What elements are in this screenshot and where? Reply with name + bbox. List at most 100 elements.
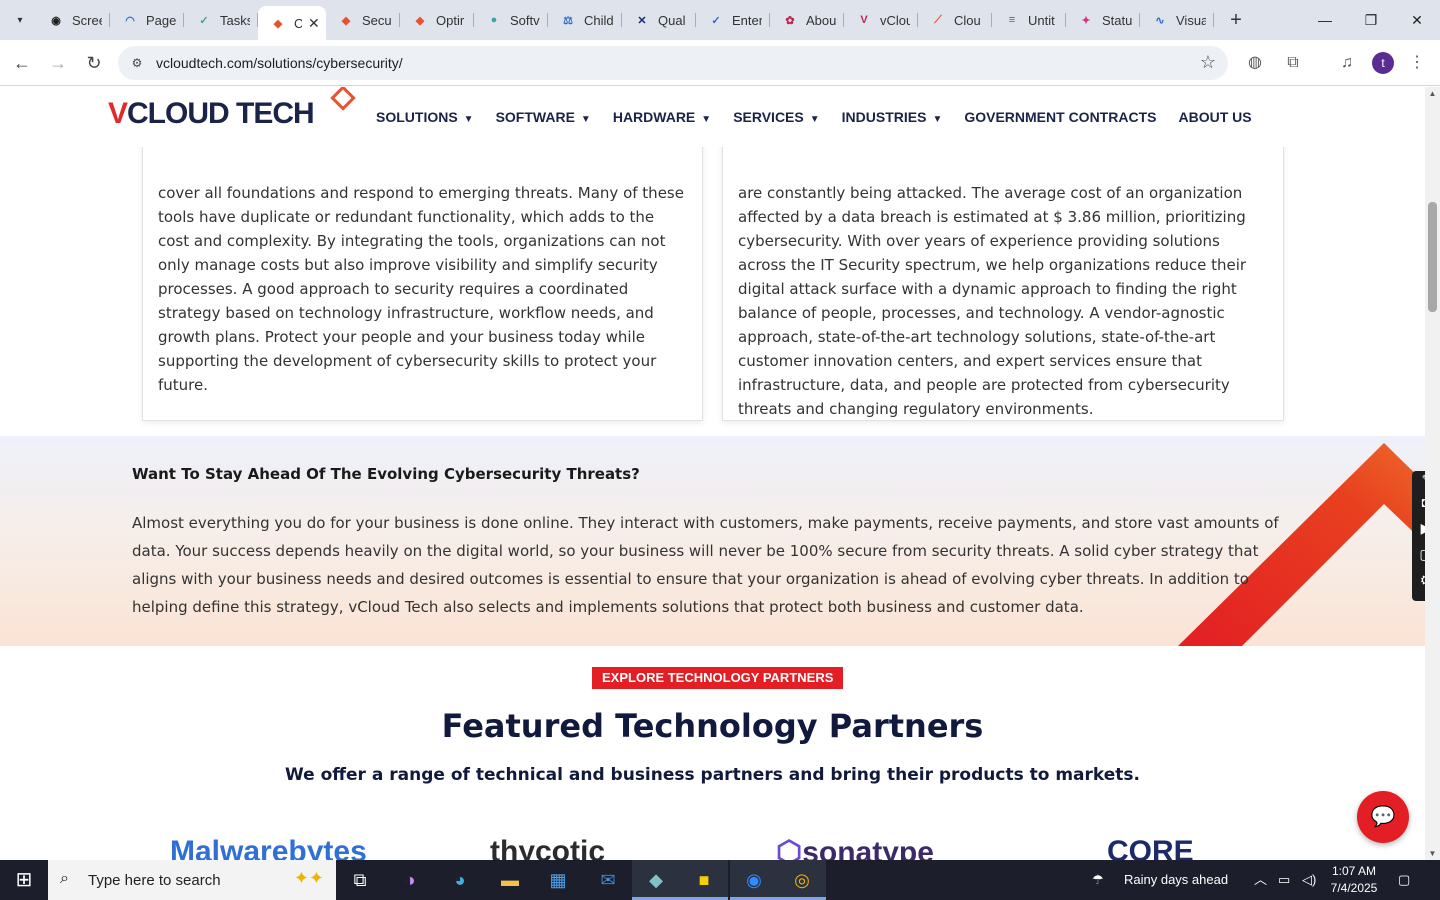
- browser-tab[interactable]: ∿ Visua: [1140, 0, 1214, 40]
- maximize-button[interactable]: ❐: [1348, 0, 1394, 40]
- windows-start-icon[interactable]: ⊞: [0, 860, 48, 900]
- side-toolbar-widget: ✎ ◘ ▶ ▢ ⚙: [1412, 471, 1425, 601]
- window-icon[interactable]: ▢: [1412, 541, 1425, 567]
- microsoft-store-icon[interactable]: ▦: [534, 860, 582, 900]
- page-scrollbar[interactable]: ▲ ▼: [1425, 87, 1440, 860]
- back-button[interactable]: ←: [9, 50, 35, 76]
- nav-item-industries[interactable]: INDUSTRIES ▼: [842, 109, 943, 125]
- nav-item-software[interactable]: SOFTWARE ▼: [496, 109, 591, 125]
- stroke-logo-icon: ⟋: [934, 13, 942, 26]
- bookmark-star-icon[interactable]: ☆: [1200, 52, 1216, 73]
- partner-logo-sonatype[interactable]: ⬡sonatype: [776, 835, 934, 860]
- browser-tab[interactable]: ✕ Qual: [622, 0, 696, 40]
- site-logo[interactable]: VCLOUD TECH: [108, 87, 356, 137]
- taskbar-search-box[interactable]: ⌕ Type here to search ✦✦: [48, 860, 336, 900]
- partners-subtitle: We offer a range of technical and busine…: [284, 765, 1140, 785]
- browser-tab[interactable]: ◉ Scree: [36, 0, 110, 40]
- system-clock[interactable]: 1:07 AM 7/4/2025: [1322, 863, 1386, 897]
- edge-browser-icon[interactable]: ◕: [436, 860, 484, 900]
- extensions-icon[interactable]: ⧉: [1282, 52, 1304, 74]
- browser-tab[interactable]: ● Softv: [474, 0, 548, 40]
- tab-search-button[interactable]: ▾: [8, 8, 32, 32]
- content-card-left: cover all foundations and respond to eme…: [142, 127, 703, 421]
- partner-logo-core[interactable]: CORE: [1107, 835, 1194, 860]
- file-explorer-icon[interactable]: ▬: [486, 860, 534, 900]
- nav-item-government-contracts[interactable]: GOVERNMENT CONTRACTS: [964, 109, 1156, 125]
- chrome-icon[interactable]: ◎: [778, 860, 826, 900]
- explore-partners-button[interactable]: EXPLORE TECHNOLOGY PARTNERS: [592, 667, 844, 689]
- hexagon-icon: ⬡: [776, 836, 803, 860]
- url-text[interactable]: vcloudtech.com/solutions/cybersecurity/: [156, 55, 403, 71]
- video-icon[interactable]: ▶: [1412, 515, 1425, 541]
- translate-icon[interactable]: ◍: [1244, 52, 1266, 74]
- caret-down-icon: ▼: [809, 114, 820, 125]
- nav-item-label: SOLUTIONS: [376, 109, 458, 125]
- media-control-icon[interactable]: ♫: [1336, 52, 1358, 74]
- reload-button[interactable]: ↻: [81, 50, 107, 76]
- chat-button[interactable]: 💬: [1357, 791, 1409, 843]
- address-bar[interactable]: ⚙ vcloudtech.com/solutions/cybersecurity…: [118, 46, 1228, 80]
- scroll-up-arrow-icon[interactable]: ▲: [1425, 89, 1440, 98]
- network-icon[interactable]: ▭: [1278, 860, 1290, 900]
- pin-icon[interactable]: ✎: [1412, 471, 1425, 489]
- scroll-thumb[interactable]: [1428, 202, 1437, 312]
- weather-rain-icon[interactable]: ☂: [1092, 860, 1104, 900]
- browser-tab[interactable]: ✿ Abou: [770, 0, 844, 40]
- forward-button[interactable]: →: [45, 50, 71, 76]
- browser-tab[interactable]: ◆ Optir: [400, 0, 474, 40]
- page-viewport: VCLOUD TECH SOLUTIONS ▼ SOFTWARE ▼ HARDWARE ▼…: [0, 87, 1425, 860]
- partner-logo-thycotic[interactable]: thycotic: [490, 835, 605, 860]
- weather-text[interactable]: Rainy days ahead: [1124, 860, 1228, 900]
- partner-logo-text: Malwarebytes: [170, 835, 367, 860]
- volume-icon[interactable]: ◁): [1302, 860, 1316, 900]
- nav-item-services[interactable]: SERVICES ▼: [733, 109, 819, 125]
- site-header: VCLOUD TECH SOLUTIONS ▼ SOFTWARE ▼ HARDWARE ▼…: [0, 87, 1425, 147]
- browser-tab[interactable]: ⟋ Clou: [918, 0, 992, 40]
- nav-item-label: INDUSTRIES: [841, 109, 927, 125]
- settings-gear-icon[interactable]: ⚙: [1412, 567, 1425, 593]
- notifications-icon[interactable]: ▢: [1398, 860, 1410, 900]
- zoom-icon[interactable]: ◉: [730, 860, 778, 900]
- camera-icon[interactable]: ◘: [1412, 489, 1425, 515]
- browser-tab[interactable]: ✓ Tasks: [184, 0, 258, 40]
- tab-title: Tasks: [220, 12, 250, 28]
- nav-item-solutions[interactable]: SOLUTIONS ▼: [376, 109, 474, 125]
- menu-kebab-icon[interactable]: ⋮: [1406, 52, 1428, 74]
- mail-icon[interactable]: ✉: [584, 860, 632, 900]
- browser-tab[interactable]: ◠ Page: [110, 0, 184, 40]
- vcloud-diamond-icon: ◆: [415, 14, 425, 27]
- browser-tab[interactable]: ◆ Secu: [326, 0, 400, 40]
- site-info-icon[interactable]: ⚙: [128, 54, 146, 72]
- browser-tab[interactable]: ✦ Statu: [1066, 0, 1140, 40]
- tray-chevron-icon[interactable]: ︿: [1254, 860, 1267, 900]
- browser-tab[interactable]: ✓ Enter: [696, 0, 770, 40]
- pulse-icon: ∿: [1155, 14, 1165, 27]
- browser-tabstrip: ▾ ◉ Scree ◠ Page ✓ Tasks ◆ C ✕ ◆ Secu ◆ Optir ● Softv ⚖…: [0, 0, 1440, 40]
- partner-logo-malwarebytes[interactable]: Malwarebytes: [170, 835, 367, 860]
- browser-tab[interactable]: VvClou: [844, 0, 918, 40]
- nav-item-hardware[interactable]: HARDWARE ▼: [613, 109, 711, 125]
- tab-title: Secu: [362, 12, 392, 28]
- app-diamond-icon[interactable]: ◆: [632, 860, 680, 900]
- search-icon: ⌕: [60, 870, 69, 887]
- browser-tab[interactable]: ⚖ Child: [548, 0, 622, 40]
- copilot-icon[interactable]: ◑: [386, 860, 434, 900]
- main-navigation: SOLUTIONS ▼ SOFTWARE ▼ HARDWARE ▼ SERVICES ▼ IND…: [376, 109, 1274, 125]
- new-tab-button[interactable]: +: [1224, 8, 1248, 32]
- close-window-button[interactable]: ✕: [1394, 0, 1440, 40]
- minimize-button[interactable]: —: [1302, 0, 1348, 40]
- tab-close-icon[interactable]: ✕: [308, 15, 320, 32]
- nav-item-about-us[interactable]: ABOUT US: [1178, 109, 1251, 125]
- sticky-notes-icon[interactable]: ■: [680, 860, 728, 900]
- nav-item-label: SOFTWARE: [495, 109, 575, 125]
- profile-avatar[interactable]: t: [1372, 52, 1394, 74]
- x-logo-icon: ✕: [637, 14, 647, 27]
- browser-tab[interactable]: ≡ Untit: [992, 0, 1066, 40]
- browser-toolbar: ← → ↻ ⚙ vcloudtech.com/solutions/cyberse…: [0, 40, 1440, 86]
- browser-tab[interactable]: ◆ C ✕: [258, 6, 326, 40]
- scroll-down-arrow-icon[interactable]: ▼: [1425, 849, 1440, 858]
- partners-title: Featured Technology Partners: [441, 707, 984, 745]
- task-view-icon[interactable]: ⧉: [336, 860, 384, 900]
- speed-gauge-icon: ◠: [125, 14, 135, 27]
- scales-icon: ⚖: [563, 14, 573, 27]
